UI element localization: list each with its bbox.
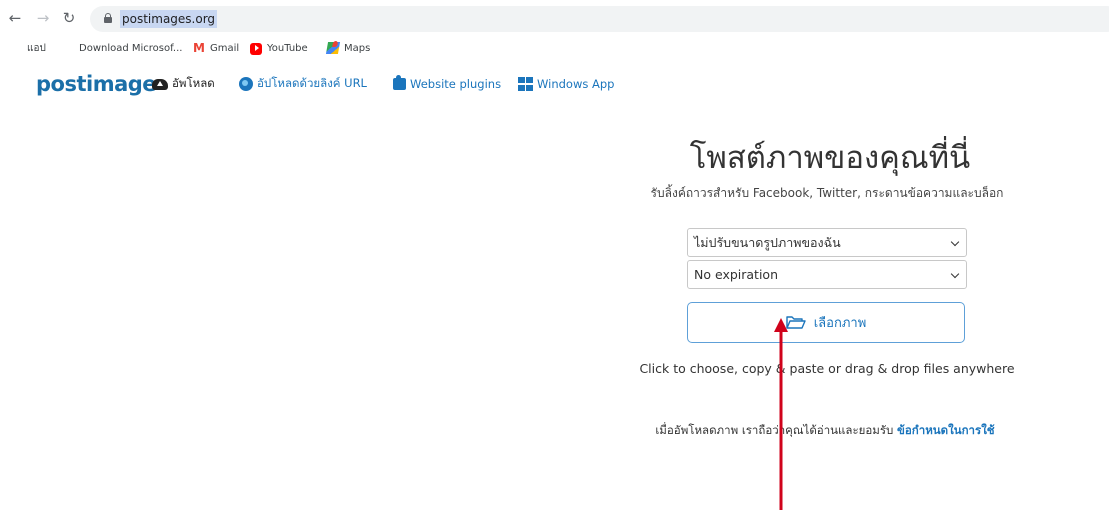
postimage-logo[interactable]: postimage [36, 66, 157, 102]
gmail-icon: M [193, 41, 205, 55]
annotation-arrow [774, 318, 788, 510]
bookmark-label: Maps [344, 42, 371, 54]
choose-image-button[interactable]: เลือกภาพ [687, 302, 965, 343]
bookmark-microsoft[interactable]: Download Microsof... [62, 40, 182, 56]
cloud-upload-icon [152, 78, 168, 90]
reload-icon[interactable]: ↻ [60, 8, 78, 28]
terms-notice: เมื่ออัพโหลดภาพ เราถือว่าคุณได้อ่านและยอ… [590, 422, 1060, 438]
address-bar[interactable]: postimages.org [90, 6, 1109, 32]
bookmark-maps[interactable]: Maps [325, 40, 371, 56]
bookmark-label: แอป [27, 42, 46, 54]
forward-arrow-icon[interactable]: → [34, 8, 52, 28]
resize-select[interactable]: ไม่ปรับขนาดรูปภาพของฉัน [687, 228, 967, 257]
page-title: โพสต์ภาพของคุณที่นี่ [689, 140, 971, 176]
nav-upload[interactable]: อัพโหลด [152, 75, 215, 93]
nav-label: อัปโหลดด้วยลิงค์ URL [257, 76, 367, 90]
bookmark-label: Gmail [210, 42, 240, 54]
bookmarks-bar: แอป Download Microsof... M Gmail YouTube… [0, 38, 1109, 58]
upload-hint: Click to choose, copy & paste or drag & … [639, 361, 1015, 376]
nav-label: Windows App [537, 77, 615, 91]
chevron-down-icon [950, 237, 960, 247]
resize-select-value: ไม่ปรับขนาดรูปภาพของฉัน [694, 235, 841, 250]
lock-icon [104, 13, 112, 23]
nav-website-plugins[interactable]: Website plugins [393, 75, 501, 93]
puzzle-icon [393, 75, 406, 90]
bookmark-label: YouTube [267, 42, 308, 54]
nav-upload-by-url[interactable]: อัปโหลดด้วยลิงค์ URL [239, 75, 367, 93]
bookmark-gmail[interactable]: M Gmail [193, 40, 239, 56]
nav-label: อัพโหลด [172, 76, 215, 90]
apps-grid-icon [10, 42, 22, 54]
choose-image-label: เลือกภาพ [813, 316, 867, 331]
site-header: postimage อัพโหลด อัปโหลดด้วยลิงค์ URL W… [0, 66, 1109, 106]
windows-icon [518, 77, 533, 91]
browser-toolbar: ← → ↻ postimages.org [0, 0, 1109, 38]
maps-icon [325, 42, 341, 54]
terms-link[interactable]: ข้อกำหนดในการใช้ [897, 423, 995, 437]
chevron-down-icon [950, 269, 960, 279]
bookmark-label: Download Microsof... [79, 42, 183, 54]
nav-windows-app[interactable]: Windows App [518, 75, 614, 93]
back-arrow-icon[interactable]: ← [6, 8, 24, 28]
bookmark-youtube[interactable]: YouTube [250, 40, 308, 56]
nav-label: Website plugins [410, 77, 502, 91]
expiration-select[interactable]: No expiration [687, 260, 967, 289]
page-subtitle: รับลิ้งค์ถาวรสำหรับ Facebook, Twitter, ก… [650, 186, 1004, 200]
bookmark-apps[interactable]: แอป [10, 40, 46, 56]
globe-icon [239, 77, 253, 91]
youtube-icon [250, 42, 262, 55]
expiration-select-value: No expiration [694, 267, 778, 282]
url-text[interactable]: postimages.org [120, 10, 218, 28]
microsoft-icon [62, 42, 74, 54]
